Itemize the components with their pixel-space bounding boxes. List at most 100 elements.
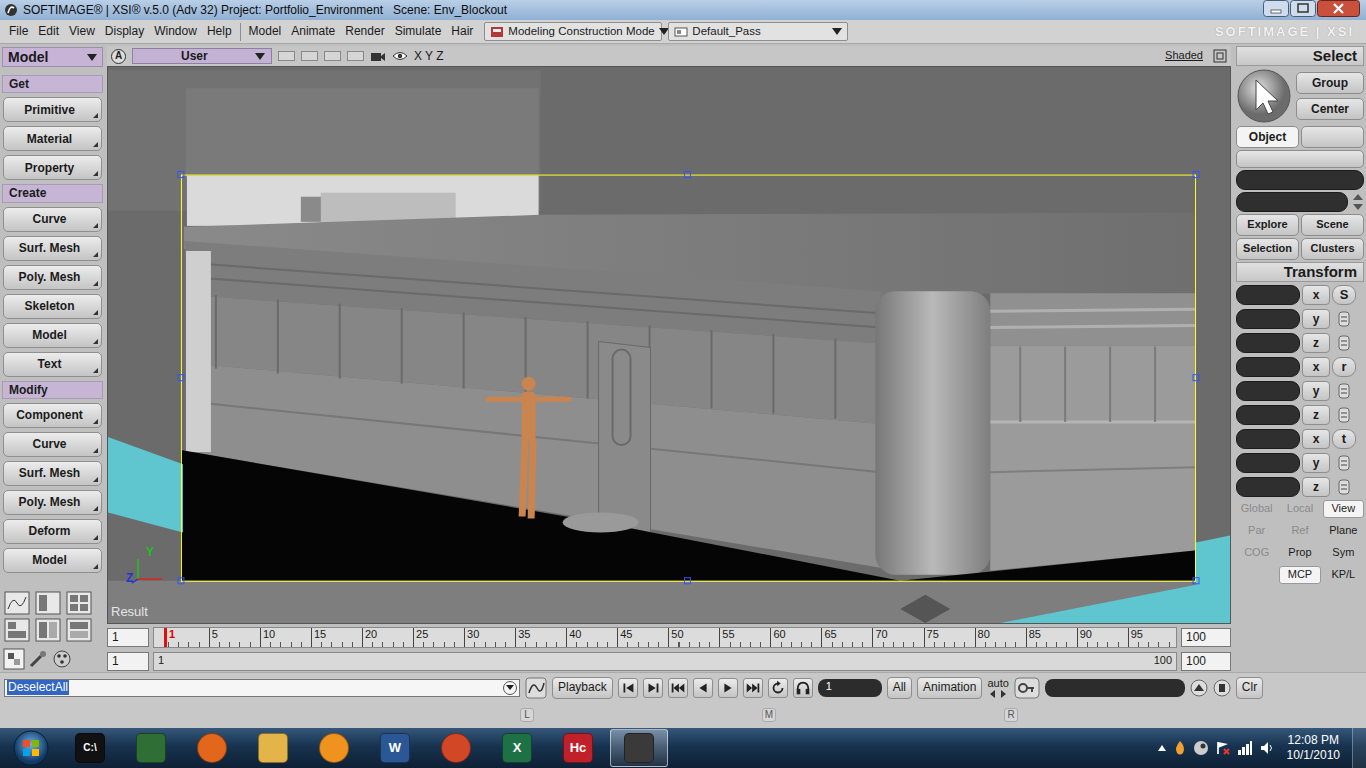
viewport-badge[interactable]: A [111,49,126,64]
mode-button[interactable]: Sym [1323,544,1364,562]
marking-field[interactable] [1045,679,1185,697]
menu-item[interactable]: View [64,22,100,40]
module-item[interactable]: Hair [446,22,478,40]
selection-field[interactable] [1236,170,1364,190]
nav-button[interactable]: Explore [1236,214,1299,236]
start-frame-field[interactable]: 1 [107,628,149,647]
axis-button[interactable]: z [1302,477,1330,497]
up-icon[interactable] [1190,679,1208,697]
mode-button[interactable]: Prop [1279,544,1320,562]
viewport-scene[interactable] [108,67,1230,623]
view-option-box[interactable] [347,51,364,61]
show-desktop-button[interactable] [1352,728,1366,768]
taskbar-app[interactable] [610,729,668,767]
tool-button[interactable]: Skeleton [3,294,102,319]
tool-button[interactable]: Poly. Mesh [3,490,102,515]
range-slider[interactable]: 1100 [153,652,1177,671]
layout-icon[interactable] [4,591,30,615]
network-icon[interactable] [1237,740,1253,756]
mode-button[interactable]: MCP [1279,566,1320,584]
mode-button[interactable]: Global [1236,500,1277,518]
key-icon[interactable] [1014,677,1040,699]
tool-button[interactable]: Primitive [3,97,102,122]
next-key-icon[interactable] [743,678,763,698]
tool-button[interactable]: Surf. Mesh [3,461,102,486]
stop-icon[interactable] [1213,679,1231,697]
menu-item[interactable]: Help [202,22,237,40]
maximize-icon[interactable] [1290,0,1316,17]
nav-button[interactable]: Scene [1301,214,1364,236]
layout-icon[interactable] [4,618,30,642]
animation-button[interactable]: Animation [917,677,982,699]
transform-tool-button[interactable]: S [1332,285,1356,305]
mode-button[interactable]: Ref [1279,522,1320,540]
auto-arrows-icon[interactable] [988,690,1008,698]
filter-button[interactable] [1236,150,1364,168]
select-button[interactable]: Center [1296,98,1364,120]
tool-button[interactable]: Component [3,403,102,428]
show-hidden-icon[interactable] [1157,743,1167,753]
tool-button[interactable]: Text [3,352,102,377]
start-button[interactable] [4,729,58,767]
mode-button[interactable]: View [1323,500,1364,518]
lock-bars-icon[interactable] [1332,382,1356,400]
close-icon[interactable] [1317,0,1360,17]
axis-button[interactable]: x [1302,357,1330,377]
taskbar-app[interactable] [183,729,241,767]
tool-button[interactable]: Poly. Mesh [3,265,102,290]
range-end-field[interactable]: 100 [1181,652,1231,671]
layout-icon[interactable] [66,591,92,615]
tool-button[interactable]: Material [3,126,102,151]
layout-icon[interactable] [66,618,92,642]
playhead[interactable] [164,628,167,647]
command-line[interactable]: DeselectAll [4,679,520,697]
range-start-field[interactable]: 1 [107,652,149,671]
mode-button[interactable]: KP/L [1323,566,1364,584]
select-button[interactable]: Group [1296,72,1364,94]
transform-value-field[interactable] [1236,333,1300,353]
module-item[interactable]: Animate [286,22,340,40]
playback-menu-button[interactable]: Playback [552,677,613,699]
menu-item[interactable]: Edit [33,22,64,40]
tool-button[interactable]: Curve [3,432,102,457]
pass-dropdown[interactable]: Default_Pass [668,22,848,41]
axis-button[interactable]: y [1302,309,1330,329]
current-frame-field[interactable]: 1 [818,679,882,697]
menu-item[interactable]: Display [100,22,149,40]
layout-icon[interactable] [35,618,61,642]
previous-key-icon[interactable] [668,678,688,698]
transform-value-field[interactable] [1236,429,1300,449]
audio-icon[interactable] [793,678,813,698]
clear-button[interactable]: Clr [1236,677,1263,699]
first-frame-icon[interactable] [618,678,638,698]
taskbar-app[interactable] [244,729,302,767]
mode-button[interactable]: Par [1236,522,1277,540]
taskbar-app[interactable] [427,729,485,767]
axis-button[interactable]: z [1302,405,1330,425]
mode-button[interactable]: Local [1279,500,1320,518]
view-option-box[interactable] [278,51,295,61]
taskbar-app[interactable]: Hc [549,729,607,767]
tool-button[interactable]: Curve [3,207,102,232]
eye-icon[interactable] [392,50,408,62]
transform-value-field[interactable] [1236,381,1300,401]
axis-button[interactable]: y [1302,381,1330,401]
selection-field[interactable] [1236,192,1348,212]
lock-bars-icon[interactable] [1332,478,1356,496]
clock[interactable]: 12:08 PM10/1/2010 [1281,733,1346,763]
transform-value-field[interactable] [1236,405,1300,425]
tool-button[interactable]: Surf. Mesh [3,236,102,261]
mode-dropdown[interactable]: Modeling Construction Mode [484,22,662,41]
curve-editor-icon[interactable] [525,677,547,699]
module-item[interactable]: Render [340,22,389,40]
select-arrow-icon[interactable] [1236,68,1292,124]
transform-value-field[interactable] [1236,453,1300,473]
menu-item[interactable]: File [4,22,33,40]
end-frame-field[interactable]: 100 [1181,628,1231,647]
lock-bars-icon[interactable] [1332,406,1356,424]
maximize-viewport-icon[interactable] [1213,49,1227,63]
view-option-box[interactable] [301,51,318,61]
palette-icon[interactable] [51,648,73,670]
display-mode[interactable]: Shaded [1165,49,1207,62]
axis-button[interactable]: x [1302,285,1330,305]
